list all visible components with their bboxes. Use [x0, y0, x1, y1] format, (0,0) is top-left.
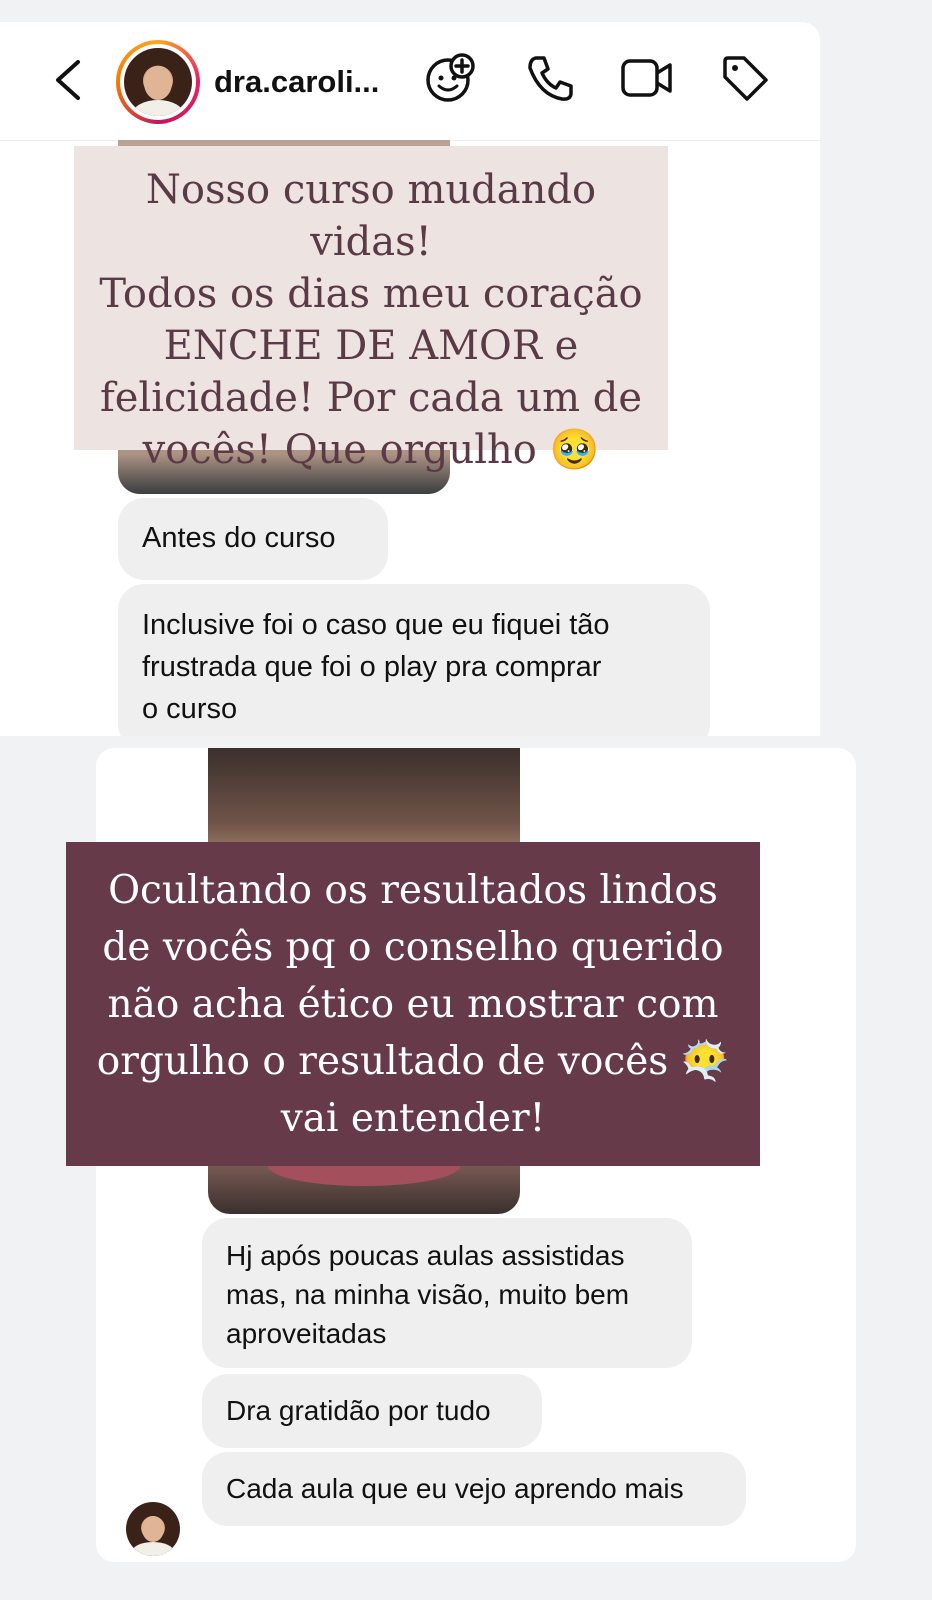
chat-header: dra.caroli... [0, 22, 820, 141]
caption-line: vocês! Que orgulho 🥹 [142, 427, 600, 473]
avatar[interactable] [116, 40, 200, 124]
username[interactable]: dra.caroli... [214, 64, 379, 100]
caption-line: orgulho o resultado de vocês 😶‍🌫️ [96, 1039, 730, 1084]
message-bubble: Antes do curso [118, 498, 388, 580]
message-line: aproveitadas [226, 1318, 387, 1349]
message-line: Dra gratidão por tudo [226, 1395, 491, 1426]
video-icon[interactable] [620, 56, 674, 100]
message-bubble: Dra gratidão por tudo [202, 1374, 542, 1448]
caption-line: ENCHE DE AMOR e [163, 323, 579, 369]
back-icon[interactable] [50, 58, 90, 102]
profile-photo [124, 48, 192, 116]
caption-line: Nosso curso mudando vidas! [145, 167, 597, 265]
sender-avatar[interactable] [126, 1502, 180, 1556]
story-caption-bottom: Ocultando os resultados lindos de vocês … [66, 842, 760, 1166]
message-bubble: Hj após poucas aulas assistidas mas, na … [202, 1218, 692, 1368]
message-line: Inclusive foi o caso que eu fiquei tão [142, 609, 610, 641]
message-line: Antes do curso [142, 522, 336, 554]
story-caption-top: Nosso curso mudando vidas! Todos os dias… [74, 146, 668, 473]
caption-line: Ocultando os resultados lindos [108, 868, 718, 913]
caption-line: felicidade! Por cada um de [99, 375, 643, 421]
phone-icon[interactable] [524, 52, 576, 104]
caption-line: Todos os dias meu coração [99, 271, 643, 317]
message-line: frustrada que foi o play pra comprar [142, 651, 602, 683]
message-bubble: Cada aula que eu vejo aprendo mais [202, 1452, 746, 1526]
tag-icon[interactable] [720, 53, 770, 103]
message-line: o curso [142, 693, 238, 725]
message-line: mas, na minha visão, muito bem [226, 1279, 630, 1310]
caption-line: de vocês pq o conselho querido [102, 925, 724, 970]
sticker-add-icon[interactable] [424, 52, 476, 104]
message-line: Hj após poucas aulas assistidas [226, 1240, 625, 1271]
caption-line: vai entender! [280, 1096, 546, 1141]
caption-line: não acha ético eu mostrar com [107, 982, 719, 1027]
message-line: Cada aula que eu vejo aprendo mais [226, 1473, 684, 1504]
message-bubble: Inclusive foi o caso que eu fiquei tão f… [118, 584, 710, 736]
